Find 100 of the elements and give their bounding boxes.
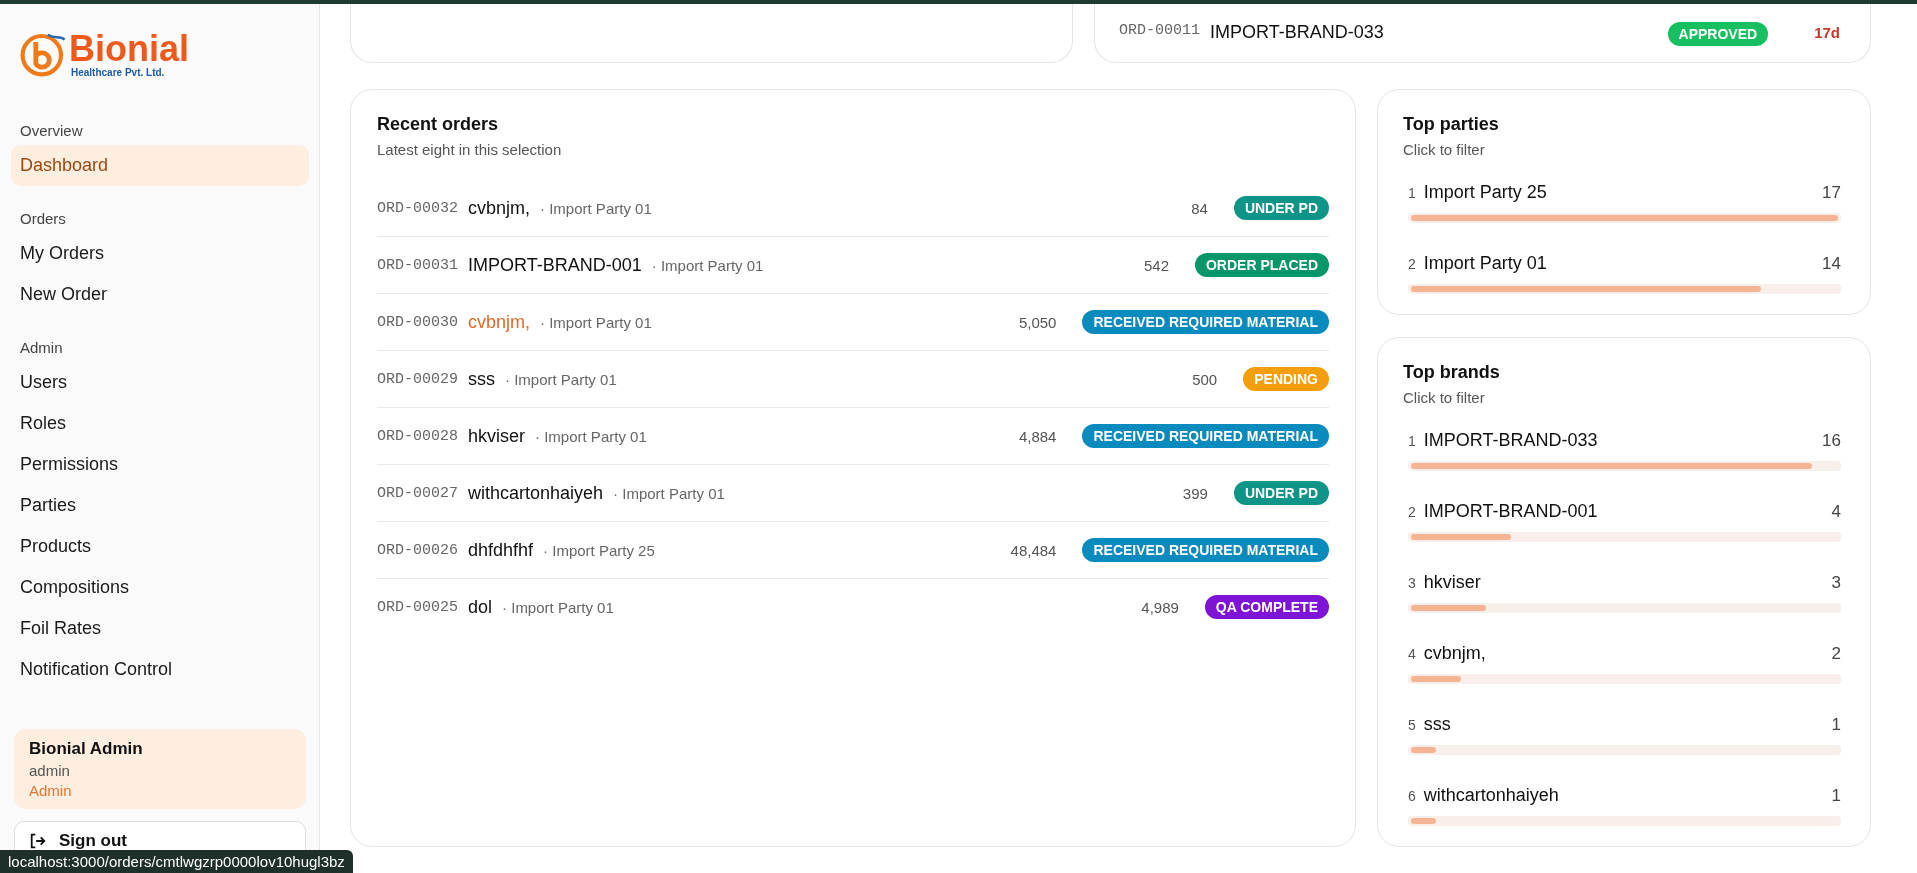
- order-brand: IMPORT-BRAND-001: [468, 254, 642, 276]
- order-age: 17d: [1814, 24, 1840, 41]
- order-id: ORD-00029: [377, 370, 458, 388]
- order-brand: withcartonhaiyeh: [468, 482, 604, 504]
- ranking-name[interactable]: IMPORT-BRAND-001: [1423, 501, 1598, 522]
- card-subtitle: Latest eight in this selection: [377, 141, 563, 158]
- ranking-count: 1: [1831, 786, 1841, 806]
- status-badge: RECEIVED REQUIRED MATERIAL: [1082, 310, 1329, 334]
- nav-item[interactable]: Notification Control: [11, 649, 309, 690]
- status-badge: QA COMPLETE: [1204, 595, 1329, 619]
- nav-item[interactable]: Dashboard: [11, 145, 309, 186]
- order-brand: cvbnjm,: [468, 197, 531, 219]
- order-quantity: 5,050: [1018, 313, 1057, 331]
- rank-number: 1: [1408, 185, 1416, 201]
- logo-name: Bionial: [69, 30, 189, 67]
- rank-number: 3: [1408, 575, 1416, 591]
- order-id: ORD-00026: [377, 541, 458, 559]
- status-badge: UNDER PD: [1233, 196, 1329, 220]
- rank-number: 2: [1408, 504, 1416, 520]
- nav-section-heading: Overview: [19, 121, 84, 141]
- ranking-name[interactable]: IMPORT-BRAND-033: [1423, 430, 1598, 451]
- ranking-name[interactable]: withcartonhaiyeh: [1423, 785, 1559, 806]
- status-badge: PENDING: [1243, 367, 1329, 391]
- ranking-count: 3: [1831, 573, 1841, 593]
- ranking-count: 17: [1822, 183, 1841, 203]
- order-id: ORD-00031: [377, 256, 458, 274]
- nav-item[interactable]: New Order: [11, 274, 309, 315]
- nav-section-heading: Orders: [19, 209, 67, 229]
- card-subtitle: Click to filter: [1403, 141, 1486, 158]
- nav-item[interactable]: Roles: [11, 403, 309, 444]
- rank-number: 6: [1408, 788, 1416, 804]
- order-party: · Import Party 01: [502, 598, 614, 616]
- order-quantity: 4,989: [1141, 598, 1179, 616]
- order-row[interactable]: ORD-00028 hkviser · Import Party 01 4,884 RECEIVED REQUIRED MATERIAL: [377, 408, 1329, 465]
- rank-number: 2: [1408, 256, 1416, 272]
- sign-out-icon: [29, 832, 47, 850]
- ranking-count: 1: [1831, 715, 1841, 735]
- ranking-count: 16: [1822, 431, 1841, 451]
- order-row[interactable]: ORD-00026 dhfdhfhf · Import Party 25 48,484 RECEIVED REQUIRED MATERIAL: [377, 522, 1329, 579]
- ranking-name[interactable]: hkviser: [1423, 572, 1481, 593]
- nav-item[interactable]: Compositions: [11, 567, 309, 608]
- order-row[interactable]: ORD-00031 IMPORT-BRAND-001 · Import Party 01 542 ORDER PLACED: [377, 237, 1329, 294]
- order-id: ORD-00032: [377, 199, 458, 217]
- order-brand: hkviser: [468, 425, 526, 447]
- card-title: Recent orders: [377, 114, 500, 135]
- order-brand: IMPORT-BRAND-033: [1210, 22, 1384, 43]
- ranking-count: 2: [1831, 644, 1841, 664]
- order-party: · Import Party 01: [535, 427, 647, 445]
- status-badge: APPROVED: [1667, 22, 1769, 46]
- ranking-name[interactable]: cvbnjm,: [1423, 643, 1486, 664]
- order-quantity: 84: [1191, 199, 1208, 217]
- rank-number: 1: [1408, 433, 1416, 449]
- order-row[interactable]: ORD-00029 sss · Import Party 01 500 PENDING: [377, 351, 1329, 408]
- status-badge: RECEIVED REQUIRED MATERIAL: [1082, 538, 1329, 562]
- order-id: ORD-00028: [377, 427, 458, 445]
- nav-item[interactable]: Foil Rates: [11, 608, 309, 649]
- order-brand: dol: [468, 596, 493, 618]
- rank-number: 4: [1408, 646, 1416, 662]
- order-id: ORD-00011: [1119, 22, 1200, 39]
- order-party: · Import Party 01: [505, 370, 617, 388]
- user-login: admin: [29, 762, 71, 779]
- order-quantity: 542: [1143, 256, 1169, 274]
- link-url-tooltip: localhost:3000/orders/cmtlwgzrp0000lov10hugl3bz: [0, 850, 353, 873]
- order-party: · Import Party 01: [540, 199, 652, 217]
- nav-item[interactable]: Permissions: [11, 444, 309, 485]
- order-brand: cvbnjm,: [468, 311, 531, 333]
- order-row[interactable]: ORD-00025 dol · Import Party 01 4,989 QA COMPLETE: [377, 579, 1329, 635]
- nav-item[interactable]: Products: [11, 526, 309, 567]
- nav-section-heading: Admin: [19, 338, 64, 358]
- order-row[interactable]: ORD-00027 withcartonhaiyeh · Import Party 01 399 UNDER PD: [377, 465, 1329, 522]
- ranking-name[interactable]: Import Party 25: [1423, 182, 1547, 203]
- status-badge: UNDER PD: [1233, 481, 1329, 505]
- order-party: · Import Party 25: [543, 541, 655, 559]
- order-party: · Import Party 01: [540, 313, 652, 331]
- card-subtitle: Click to filter: [1403, 389, 1486, 406]
- nav-item[interactable]: My Orders: [11, 233, 309, 274]
- status-badge: RECEIVED REQUIRED MATERIAL: [1082, 424, 1329, 448]
- order-id: ORD-00030: [377, 313, 458, 331]
- user-name: Bionial Admin: [29, 739, 144, 759]
- order-quantity: 4,884: [1018, 427, 1057, 445]
- order-quantity: 399: [1182, 484, 1208, 502]
- card-title: Top parties: [1403, 114, 1500, 135]
- order-party: · Import Party 01: [651, 256, 764, 274]
- ranking-name[interactable]: Import Party 01: [1423, 253, 1547, 274]
- ranking-count: 4: [1831, 502, 1841, 522]
- nav-item[interactable]: Users: [11, 362, 309, 403]
- order-row[interactable]: ORD-00032 cvbnjm, · Import Party 01 84 UNDER PD: [377, 180, 1329, 237]
- logo-tagline: Healthcare Pvt. Ltd.: [71, 66, 166, 78]
- user-role: Admin: [29, 782, 73, 799]
- order-quantity: 48,484: [1010, 541, 1057, 559]
- ranking-name[interactable]: sss: [1423, 714, 1451, 735]
- card-title: Top brands: [1403, 362, 1501, 383]
- order-id: ORD-00025: [377, 598, 458, 616]
- status-badge: ORDER PLACED: [1195, 253, 1329, 277]
- order-brand: dhfdhfhf: [468, 539, 534, 561]
- ranking-count: 14: [1822, 254, 1841, 274]
- order-id: ORD-00027: [377, 484, 458, 502]
- order-row[interactable]: ORD-00030 cvbnjm, · Import Party 01 5,050 RECEIVED REQUIRED MATERIAL: [377, 294, 1329, 351]
- nav-item[interactable]: Parties: [11, 485, 309, 526]
- order-brand: sss: [468, 368, 495, 390]
